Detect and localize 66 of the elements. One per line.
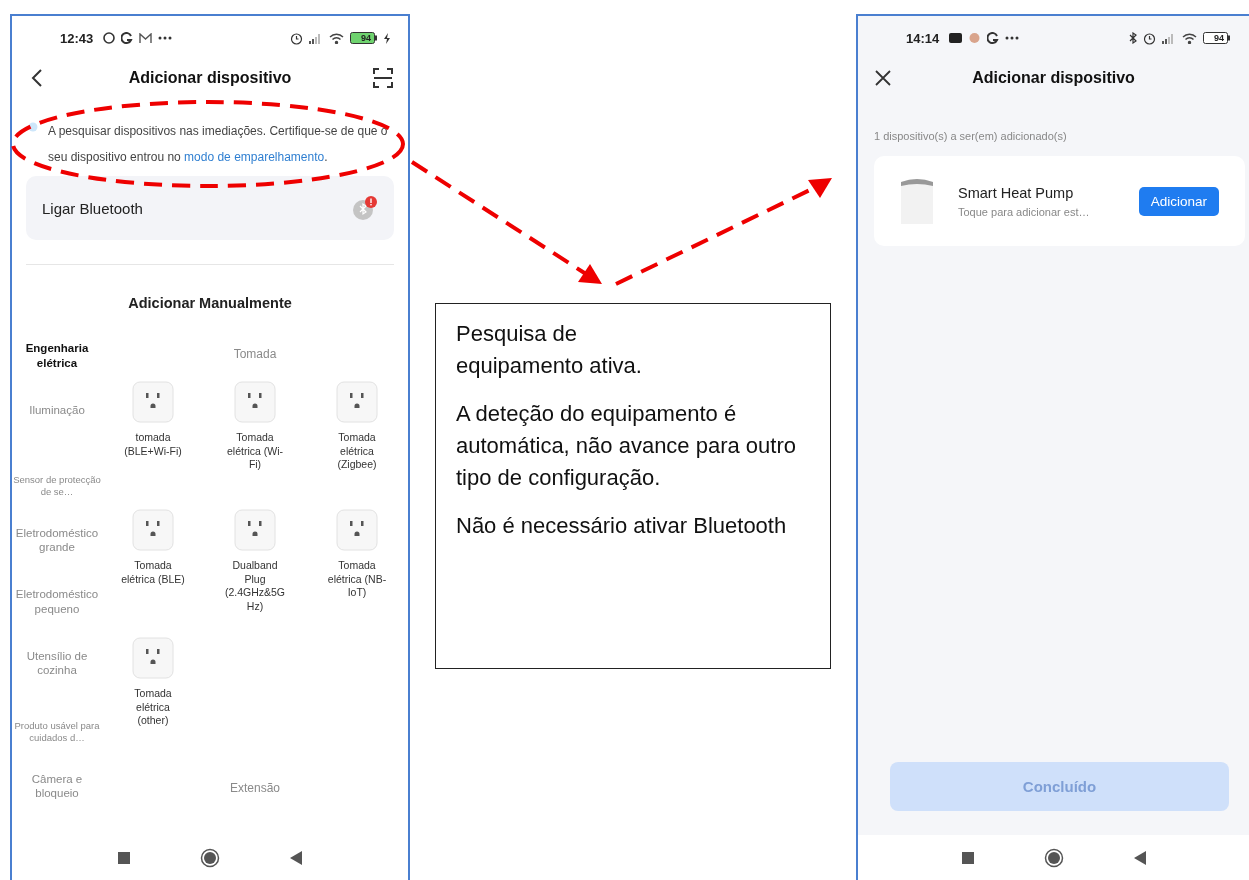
screen-title: Adicionar dispositivo — [971, 69, 1136, 87]
screen-title: Adicionar dispositivo — [127, 69, 293, 87]
socket-icon — [234, 509, 276, 551]
battery-level: 94 — [1213, 33, 1225, 43]
section-title: Adicionar Manualmente — [127, 295, 293, 311]
charging-icon — [384, 32, 390, 44]
notification-icon — [968, 32, 982, 44]
group-title: Tomada — [232, 347, 278, 363]
recents-button[interactable] — [118, 851, 130, 864]
notification-icon — [121, 32, 134, 44]
device-label[interactable]: Tomada elétrica (NB-IoT) — [325, 559, 389, 600]
device-name: Smart Heat Pump — [958, 184, 1075, 201]
alarm-icon — [1143, 31, 1156, 45]
device-label[interactable]: Tomada elétrica (Wi-Fi) — [223, 431, 287, 472]
category-item[interactable]: Eletrodoméstico grande — [12, 525, 102, 587]
device-label[interactable]: Tomada elétrica (Zigbee) — [325, 431, 389, 472]
heat-pump-image — [900, 178, 934, 224]
category-item[interactable]: Produto usável para cuidados d… — [12, 710, 102, 772]
alarm-icon — [290, 31, 303, 45]
device-label[interactable]: Dualband Plug (2.4GHz&5GHz) — [223, 559, 287, 613]
recents-button[interactable] — [961, 851, 974, 864]
annotation-text: Pesquisa de equipamento ativa. — [456, 320, 643, 380]
annotation-text: A deteção do equipamento é automática, não avance para outro tipo de configuração. — [456, 400, 797, 492]
notification-icon — [103, 32, 116, 44]
wifi-icon — [1182, 32, 1197, 44]
category-item[interactable]: Eletrodoméstico pequeno — [12, 587, 102, 649]
device-card[interactable]: Smart Heat Pump Toque para adicionar est… Adicionar — [874, 156, 1245, 246]
wifi-icon — [329, 32, 344, 44]
signal-icon — [309, 32, 323, 44]
scan-button[interactable] — [372, 67, 394, 89]
more-icon — [158, 36, 173, 40]
category-item[interactable]: Utensílio de cozinha — [12, 648, 102, 710]
bluetooth-card[interactable]: Ligar Bluetooth — [26, 176, 394, 240]
bluetooth-label: Ligar Bluetooth — [42, 199, 143, 217]
socket-icon — [132, 509, 174, 551]
battery-level: 94 — [360, 33, 372, 43]
socket-icon — [132, 381, 174, 423]
category-item[interactable]: Iluminação — [12, 402, 102, 464]
back-button[interactable] — [1133, 850, 1146, 865]
notification-icon — [987, 32, 1000, 44]
status-time: 14:14 — [906, 30, 940, 46]
add-button[interactable]: Adicionar — [1138, 186, 1219, 216]
mail-icon — [139, 32, 153, 44]
signal-icon — [1162, 32, 1176, 44]
category-item[interactable]: Sensor de protecção de se… — [12, 464, 102, 526]
back-button[interactable] — [290, 850, 302, 865]
device-label[interactable]: Tomada elétrica (BLE) — [121, 559, 185, 586]
status-time: 12:43 — [60, 30, 94, 46]
annotation-text: Não é necessário ativar Bluetooth — [456, 512, 788, 540]
device-hint: Toque para adicionar est… — [958, 205, 1091, 218]
device-label[interactable]: Tomada elétrica (other) — [121, 687, 185, 728]
search-notice: A pesquisar dispositivos nas imediações. Certifique-se de que o seu dispositivo entrou no modo de emparelhamento. — [48, 123, 389, 166]
home-button[interactable] — [1043, 847, 1064, 868]
category-item[interactable]: Engenharia elétrica — [12, 341, 102, 403]
device-label[interactable]: tomada (BLE+Wi-Fi) — [121, 431, 185, 458]
more-icon — [1005, 36, 1020, 40]
home-button[interactable] — [200, 847, 220, 868]
video-icon — [949, 33, 963, 43]
bluetooth-icon — [1129, 32, 1137, 44]
group-title: Extensão — [228, 781, 281, 797]
socket-icon — [132, 637, 174, 679]
device-count-text: 1 dispositivo(s) a ser(em) adicionado(s) — [873, 129, 1068, 142]
category-item[interactable]: Câmera e bloqueio — [12, 771, 102, 833]
socket-icon — [336, 509, 378, 551]
socket-icon — [234, 381, 276, 423]
socket-icon — [336, 381, 378, 423]
